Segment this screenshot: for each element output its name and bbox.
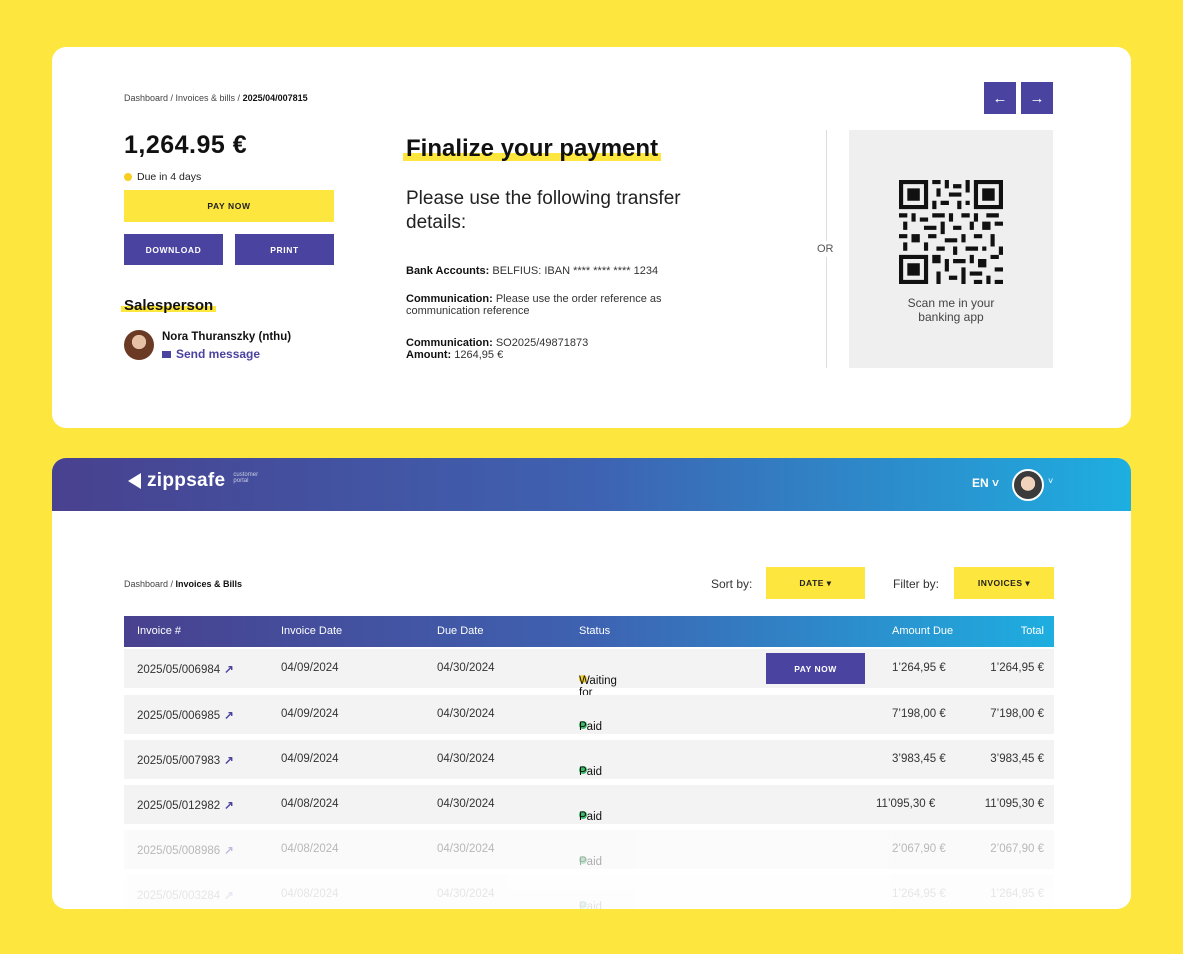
transfer-instructions: Please use the following transfer detail… xyxy=(406,188,681,233)
invoice-number[interactable]: 2025/05/006985 ↗ xyxy=(137,708,234,722)
invoice-number[interactable]: 2025/05/003284 ↗ xyxy=(137,888,234,902)
invoice-amount: 1,264.95 € xyxy=(124,131,248,159)
transfer-amount: Amount: 1264,95 € xyxy=(406,349,504,361)
external-link-icon[interactable]: ↗ xyxy=(224,800,234,812)
invoice-date: 04/09/2024 xyxy=(281,662,339,674)
breadcrumb-path[interactable]: Dashboard / Invoices & bills / xyxy=(124,93,243,103)
total: 1’264,95 € xyxy=(990,888,1044,900)
qr-panel: Scan me in your banking app xyxy=(849,130,1053,368)
invoice-date: 04/09/2024 xyxy=(281,708,339,720)
amount-due: 11’095,30 € xyxy=(876,798,936,810)
due-date: 04/30/2024 xyxy=(437,843,495,855)
communication-reference: Communication: SO2025/49871873 xyxy=(406,337,589,349)
invoice-number[interactable]: 2025/05/006984 ↗ xyxy=(137,662,234,676)
external-link-icon[interactable]: ↗ xyxy=(224,890,234,902)
table-row[interactable]: 2025/05/006985 ↗ 04/09/2024 04/30/2024 Pa… xyxy=(124,695,1054,734)
breadcrumb-current: Invoices & Bills xyxy=(175,579,243,589)
table-row[interactable]: 2025/05/007983 ↗ 04/09/2024 04/30/2024 Pa… xyxy=(124,740,1054,779)
zippsafe-logo[interactable]: zippsafe customer portal xyxy=(128,470,258,492)
amount-due: 1’264,95 € xyxy=(892,662,946,674)
send-message-link[interactable]: Send message xyxy=(162,347,260,361)
arrow-left-icon: ← xyxy=(992,89,1008,107)
envelope-icon xyxy=(162,350,171,358)
due-date: 04/30/2024 xyxy=(437,662,495,674)
filter-label: Filter by: xyxy=(893,577,940,591)
amount-due: 2’067,90 € xyxy=(892,843,946,855)
qr-code xyxy=(899,180,1003,284)
sort-dropdown[interactable]: DATE ▾ xyxy=(766,567,865,599)
invoice-number[interactable]: 2025/05/008986 ↗ xyxy=(137,843,234,857)
amount-due: 3’983,45 € xyxy=(892,753,946,765)
invoice-date: 04/08/2024 xyxy=(281,798,339,810)
table-row[interactable]: 2025/05/008986 ↗ 04/08/2024 04/30/2024 Pa… xyxy=(124,830,1054,869)
column-invoice-date[interactable]: Invoice Date xyxy=(281,625,342,637)
breadcrumb-path[interactable]: Dashboard / xyxy=(124,579,176,589)
total: 11’095,30 € xyxy=(984,798,1044,810)
total: 3’983,45 € xyxy=(990,753,1044,765)
external-link-icon[interactable]: ↗ xyxy=(224,755,234,767)
table-row[interactable]: 2025/05/012982 ↗ 04/08/2024 04/30/2024 Pa… xyxy=(124,785,1054,824)
salesperson-avatar xyxy=(124,330,154,360)
payment-card: Dashboard / Invoices & bills / 2025/04/0… xyxy=(52,47,1131,428)
finalize-heading: Finalize your payment xyxy=(403,135,662,163)
table-row[interactable]: 2025/05/003284 ↗ 04/08/2024 04/30/2024 Pa… xyxy=(124,875,1054,909)
external-link-icon[interactable]: ↗ xyxy=(224,710,234,722)
invoice-date: 04/09/2024 xyxy=(281,753,339,765)
invoice-number[interactable]: 2025/05/007983 ↗ xyxy=(137,753,234,767)
logo-subtitle: customer portal xyxy=(233,472,259,484)
due-date: 04/30/2024 xyxy=(437,708,495,720)
invoice-number[interactable]: 2025/05/012982 ↗ xyxy=(137,798,234,812)
table-header: Invoice # Invoice Date Due Date Status A… xyxy=(124,616,1054,647)
invoice-date: 04/08/2024 xyxy=(281,888,339,900)
external-link-icon[interactable]: ↗ xyxy=(224,664,234,676)
filter-dropdown[interactable]: INVOICES ▾ xyxy=(954,567,1054,599)
salesperson-heading: Salesperson xyxy=(121,297,217,314)
download-button[interactable]: DOWNLOAD xyxy=(124,234,223,265)
language-selector[interactable]: EN ˅ xyxy=(972,476,999,490)
communication-note: Communication: Please use the order refe… xyxy=(406,293,662,317)
due-date: 04/30/2024 xyxy=(437,753,495,765)
due-date: 04/30/2024 xyxy=(437,798,495,810)
logo-mark-icon xyxy=(128,473,141,489)
due-text: Due in 4 days xyxy=(137,171,202,183)
salesperson-name: Nora Thuranszky (nthu) xyxy=(162,331,292,343)
invoice-date: 04/08/2024 xyxy=(281,843,339,855)
arrow-right-icon: → xyxy=(1029,89,1045,107)
user-avatar[interactable] xyxy=(1012,469,1044,501)
pending-dot-icon xyxy=(124,173,132,181)
print-button[interactable]: PRINT xyxy=(235,234,334,265)
due-date: 04/30/2024 xyxy=(437,888,495,900)
amount-due: 1’264,95 € xyxy=(892,888,946,900)
amount-due: 7’198,00 € xyxy=(892,708,946,720)
previous-invoice-button[interactable]: ← xyxy=(984,82,1016,114)
next-invoice-button[interactable]: → xyxy=(1021,82,1053,114)
breadcrumb: Dashboard / Invoices & bills / 2025/04/0… xyxy=(124,93,308,103)
column-amount-due[interactable]: Amount Due xyxy=(892,625,953,637)
sort-label: Sort by: xyxy=(711,577,753,591)
invoices-card: zippsafe customer portal EN ˅ ˅ Dashboard… xyxy=(52,458,1131,909)
or-separator: OR xyxy=(817,241,834,257)
total: 7’198,00 € xyxy=(990,708,1044,720)
bank-accounts: Bank Accounts: BELFIUS: IBAN **** **** *… xyxy=(406,265,659,277)
pay-now-button[interactable]: PAY NOW xyxy=(124,190,334,222)
column-total[interactable]: Total xyxy=(1021,625,1044,637)
top-navigation-bar: zippsafe customer portal EN ˅ ˅ xyxy=(52,458,1131,511)
column-invoice[interactable]: Invoice # xyxy=(137,625,181,637)
table-row[interactable]: 2025/05/006984 ↗ 04/09/2024 04/30/2024 Wa… xyxy=(124,649,1054,711)
total: 2’067,90 € xyxy=(990,843,1044,855)
column-status[interactable]: Status xyxy=(579,625,610,637)
breadcrumb: Dashboard / Invoices & Bills xyxy=(124,579,242,589)
chevron-down-icon[interactable]: ˅ xyxy=(1048,476,1053,486)
breadcrumb-current: 2025/04/007815 xyxy=(242,93,308,103)
scan-instructions: Scan me in your banking app xyxy=(907,296,995,324)
due-status: Due in 4 days xyxy=(124,171,201,183)
total: 1’264,95 € xyxy=(990,662,1044,674)
external-link-icon[interactable]: ↗ xyxy=(224,845,234,857)
column-due-date[interactable]: Due Date xyxy=(437,625,483,637)
row-pay-now-button[interactable]: PAY NOW xyxy=(766,653,865,684)
